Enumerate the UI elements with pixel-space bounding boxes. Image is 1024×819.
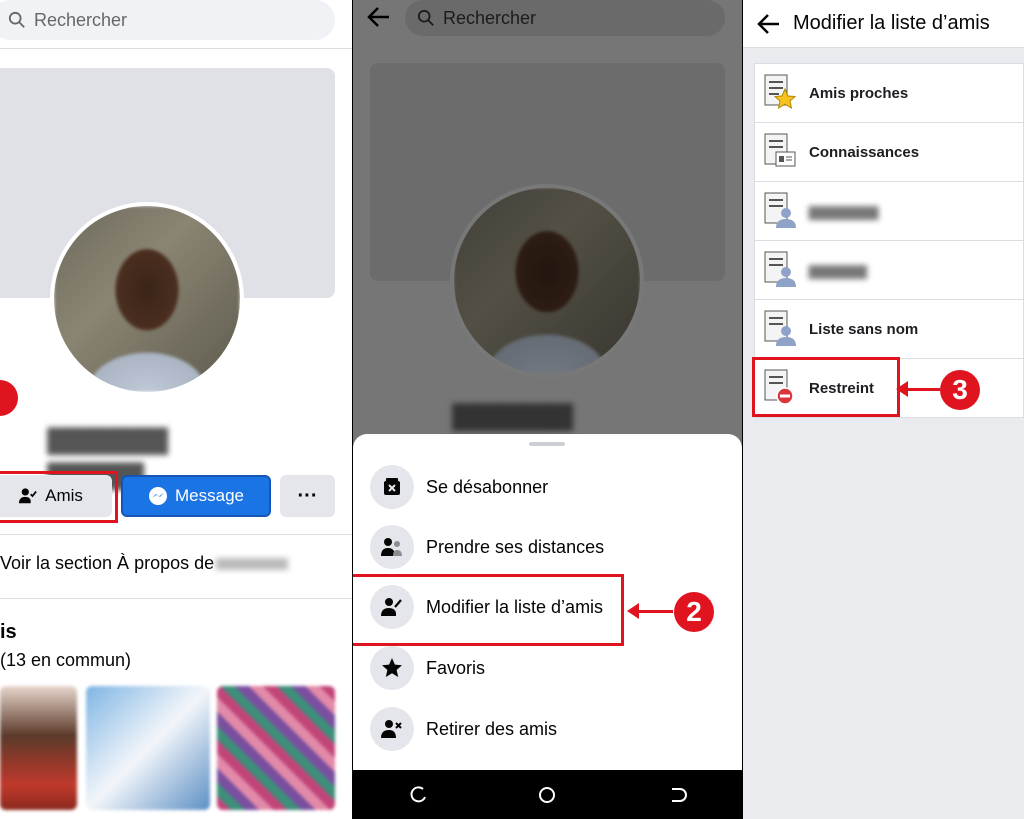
unnamed-list-icon xyxy=(763,309,797,349)
back-arrow-icon[interactable] xyxy=(367,6,391,28)
unfriend-icon xyxy=(370,707,414,751)
friend-options-panel: Rechercher ▆▆▆▆▆ ▆▆▆▆ Se désabonner Pren… xyxy=(353,0,742,819)
list-item-label: Amis proches xyxy=(809,84,909,102)
blurred-name xyxy=(216,558,289,571)
list-item-unnamed[interactable]: Liste sans nom xyxy=(755,300,1024,359)
search-bar[interactable]: Rechercher xyxy=(405,0,725,36)
menu-item-label: Favoris xyxy=(426,657,486,678)
step-badge-1 xyxy=(0,380,18,416)
list-item-blurred[interactable]: ▆▆▆▆▆ xyxy=(755,241,1024,300)
acquaintances-icon xyxy=(763,132,797,172)
step-badge-2: 2 xyxy=(674,592,714,632)
highlight-box-friends xyxy=(0,471,118,523)
unfollow-icon xyxy=(370,465,414,509)
divider xyxy=(0,48,352,49)
menu-item-label: Prendre ses distances xyxy=(426,536,605,557)
menu-item-favorites[interactable]: Favoris xyxy=(353,640,742,696)
divider xyxy=(0,534,352,535)
list-item-label: Connaissances xyxy=(809,143,920,161)
profile-avatar-dimmed xyxy=(450,184,644,378)
list-item-label: Liste sans nom xyxy=(809,320,919,338)
menu-item-unfriend[interactable]: Retirer des amis xyxy=(353,701,742,757)
custom-list-icon xyxy=(763,191,797,231)
list-item-label-blurred: ▆▆▆▆▆▆ xyxy=(809,203,879,220)
message-button-label: Message xyxy=(175,486,244,505)
take-break-icon xyxy=(370,525,414,569)
search-icon xyxy=(8,11,25,28)
menu-item-label: Retirer des amis xyxy=(426,718,558,739)
friend-thumbnail[interactable] xyxy=(0,686,77,810)
recent-apps-icon[interactable] xyxy=(408,785,428,805)
profile-avatar[interactable] xyxy=(50,202,244,396)
search-placeholder: Rechercher xyxy=(34,9,128,30)
friend-thumbnail[interactable] xyxy=(86,686,210,810)
profile-panel: Rechercher ▆▆▆▆▆ ▆▆▆▆ Amis Message ··· V… xyxy=(0,0,352,819)
friends-section-title: is xyxy=(0,621,17,643)
more-icon: ··· xyxy=(297,484,318,507)
more-options-button[interactable]: ··· xyxy=(280,475,335,517)
close-friends-icon xyxy=(763,73,797,113)
star-icon xyxy=(370,646,414,690)
messenger-icon xyxy=(149,487,167,505)
panel-header: Modifier la liste d’amis xyxy=(743,0,1024,48)
search-icon xyxy=(417,9,434,26)
friend-thumbnail[interactable] xyxy=(217,686,335,810)
page-title: Modifier la liste d’amis xyxy=(793,12,990,34)
home-icon[interactable] xyxy=(537,785,557,805)
mutual-friends-count: (13 en commun) xyxy=(0,650,132,670)
search-bar[interactable]: Rechercher xyxy=(0,0,335,40)
menu-item-take-break[interactable]: Prendre ses distances xyxy=(353,519,742,575)
back-arrow-icon[interactable] xyxy=(757,13,781,35)
back-nav-icon[interactable] xyxy=(667,785,688,805)
bottom-sheet: Se désabonner Prendre ses distances Modi… xyxy=(353,434,742,770)
about-link-label: Voir la section À propos de xyxy=(0,553,215,573)
list-item-label-blurred: ▆▆▆▆▆ xyxy=(809,262,867,279)
list-item-close-friends[interactable]: Amis proches xyxy=(755,64,1024,123)
highlight-box-restricted xyxy=(752,357,900,417)
menu-item-label: Se désabonner xyxy=(426,476,549,497)
list-item-blurred[interactable]: ▆▆▆▆▆▆ xyxy=(755,182,1024,241)
annotation-arrow-3 xyxy=(896,381,940,397)
edit-friend-list-panel: Modifier la liste d’amis Amis proches Co… xyxy=(743,0,1024,819)
step-badge-3: 3 xyxy=(940,370,980,410)
annotation-arrow-2 xyxy=(627,603,673,619)
list-item-acquaintances[interactable]: Connaissances xyxy=(755,123,1024,182)
menu-item-unfollow[interactable]: Se désabonner xyxy=(353,459,742,515)
sheet-grabber[interactable] xyxy=(529,442,565,446)
android-nav-bar xyxy=(353,770,742,819)
custom-list-icon xyxy=(763,250,797,290)
divider xyxy=(0,598,352,599)
search-placeholder: Rechercher xyxy=(443,7,537,28)
message-button[interactable]: Message xyxy=(121,475,271,517)
about-section-link[interactable]: Voir la section À propos de xyxy=(0,553,289,574)
highlight-box-edit-list xyxy=(353,574,624,646)
